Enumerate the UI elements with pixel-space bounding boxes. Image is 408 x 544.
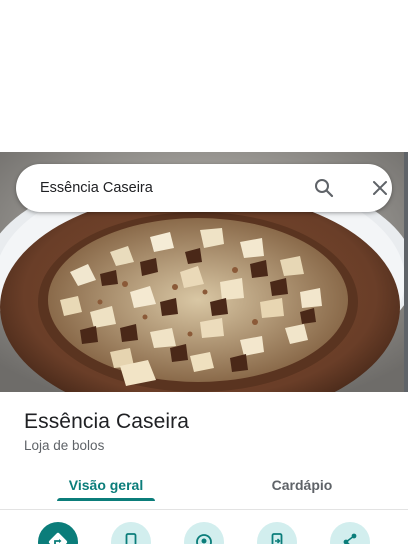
phone-icon — [125, 533, 137, 544]
tab-bar: Visão geral Cardápio — [0, 472, 408, 502]
place-info: Essência Caseira Loja de bolos Visão ger… — [0, 392, 408, 544]
search-bar: Essência Caseira — [16, 164, 392, 212]
send-to-phone-icon — [271, 533, 283, 544]
place-category: Loja de bolos — [24, 438, 105, 453]
tab-menu[interactable]: Cardápio — [200, 472, 404, 502]
nearby-button[interactable] — [184, 522, 224, 544]
explore-nearby-icon — [196, 534, 212, 544]
search-icon — [315, 179, 334, 198]
search-button[interactable] — [312, 176, 336, 200]
search-input[interactable]: Essência Caseira — [40, 164, 153, 212]
call-button[interactable] — [111, 522, 151, 544]
blank-area — [0, 0, 408, 152]
action-buttons — [0, 522, 408, 544]
directions-icon — [48, 532, 68, 544]
tab-selected-indicator — [57, 498, 155, 501]
scrollbar[interactable] — [404, 152, 408, 392]
send-to-phone-button[interactable] — [257, 522, 297, 544]
share-icon — [343, 533, 357, 544]
close-icon — [373, 181, 387, 195]
clear-search-button[interactable] — [368, 176, 392, 200]
directions-button[interactable] — [38, 522, 78, 544]
divider — [0, 509, 408, 510]
place-title: Essência Caseira — [24, 410, 190, 433]
maps-place-panel: Essência Caseira Essência Caseira Loja d… — [0, 0, 408, 544]
share-button[interactable] — [330, 522, 370, 544]
